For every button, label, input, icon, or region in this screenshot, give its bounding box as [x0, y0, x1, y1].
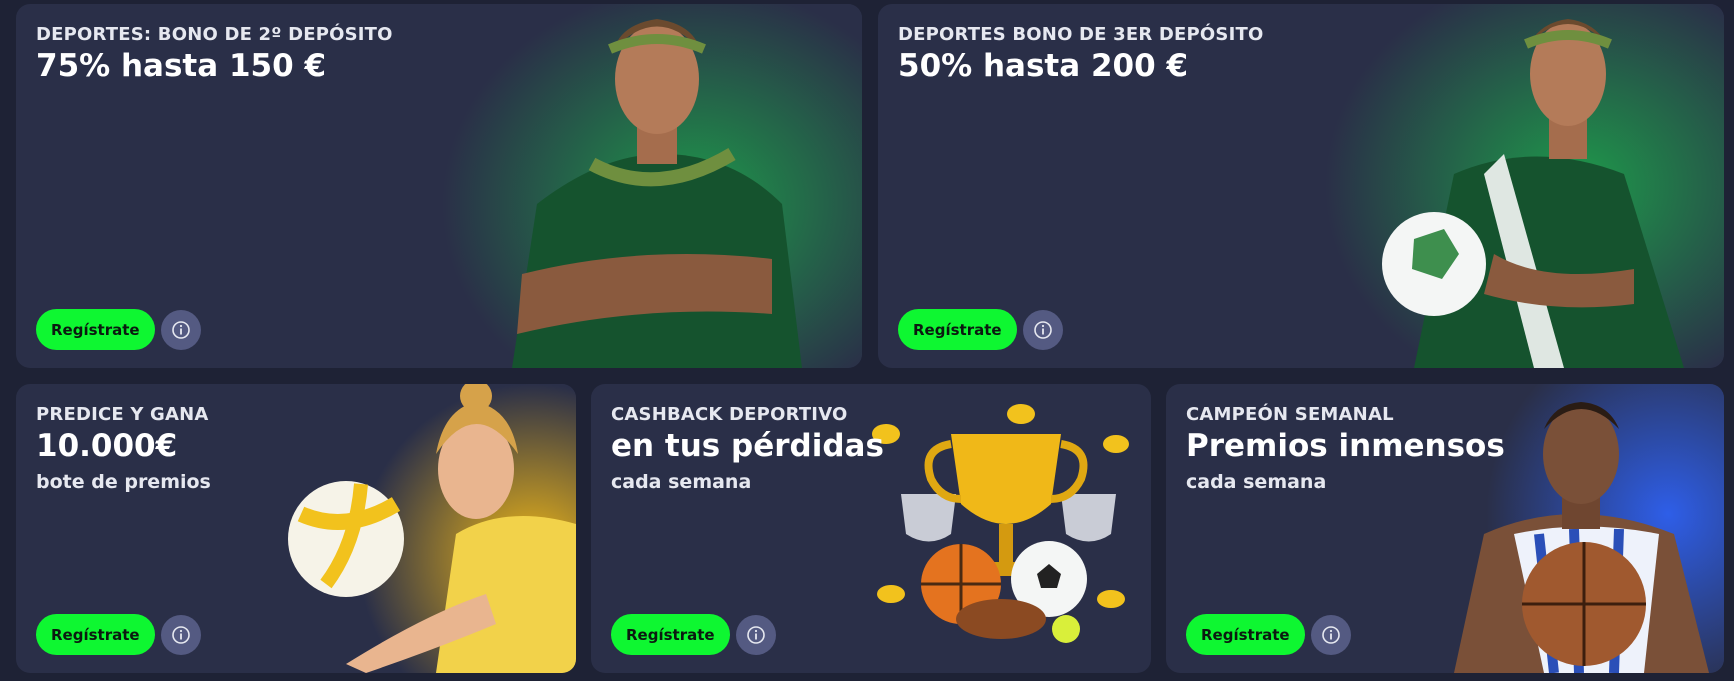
promo-card-sports-cashback[interactable]: CASHBACK DEPORTIVO en tus pérdidas cada … — [591, 384, 1151, 673]
promo-card-predict-and-win[interactable]: PREDICE Y GANA 10.000€ bote de premios R… — [16, 384, 576, 673]
register-button[interactable]: Regístrate — [611, 614, 730, 655]
info-icon — [1321, 625, 1340, 644]
info-button[interactable] — [735, 614, 776, 655]
promo-card-3rd-deposit[interactable]: DEPORTES BONO DE 3ER DEPÓSITO 50% hasta … — [878, 4, 1724, 368]
athlete-illustration — [442, 4, 862, 368]
card-title: 50% hasta 200 € — [898, 48, 1189, 84]
athlete-illustration — [1304, 4, 1724, 368]
card-title: en tus pérdidas — [611, 428, 884, 464]
info-button[interactable] — [160, 614, 201, 655]
promo-card-2nd-deposit[interactable]: DEPORTES: BONO DE 2º DEPÓSITO 75% hasta … — [16, 4, 862, 368]
card-subtitle: CASHBACK DEPORTIVO — [611, 404, 848, 425]
info-button[interactable] — [1310, 614, 1351, 655]
card-subtitle: DEPORTES BONO DE 3ER DEPÓSITO — [898, 24, 1264, 45]
card-subtitle: DEPORTES: BONO DE 2º DEPÓSITO — [36, 24, 393, 45]
card-tagline: bote de premios — [36, 471, 211, 494]
register-button[interactable]: Regístrate — [36, 614, 155, 655]
info-button[interactable] — [1022, 309, 1063, 350]
card-title: Premios inmensos — [1186, 428, 1505, 464]
card-subtitle: CAMPEÓN SEMANAL — [1186, 404, 1394, 425]
card-tagline: cada semana — [1186, 471, 1327, 494]
trophy-illustration — [872, 404, 1129, 643]
register-button[interactable]: Regístrate — [1186, 614, 1305, 655]
info-button[interactable] — [160, 309, 201, 350]
info-icon — [1033, 320, 1052, 339]
card-subtitle: PREDICE Y GANA — [36, 404, 209, 425]
card-tagline: cada semana — [611, 471, 752, 494]
info-icon — [746, 625, 765, 644]
card-title: 10.000€ — [36, 428, 178, 464]
card-title: 75% hasta 150 € — [36, 48, 327, 84]
info-icon — [171, 320, 190, 339]
volleyball-player-illustration — [286, 384, 576, 673]
register-button[interactable]: Regístrate — [898, 309, 1017, 350]
promo-card-weekly-champion[interactable]: CAMPEÓN SEMANAL Premios inmensos cada se… — [1166, 384, 1724, 673]
info-icon — [171, 625, 190, 644]
register-button[interactable]: Regístrate — [36, 309, 155, 350]
